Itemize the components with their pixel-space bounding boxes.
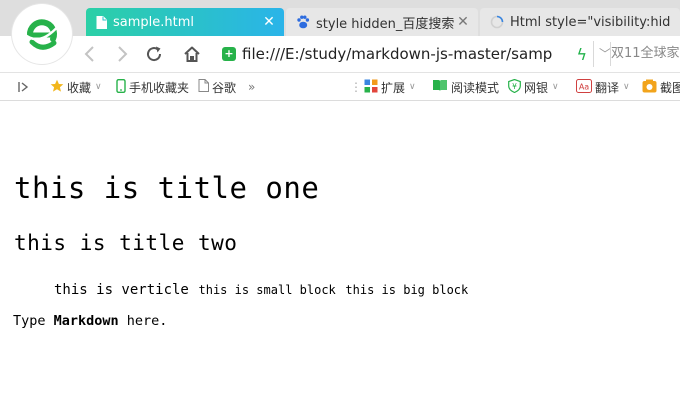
- bookmark-label: 谷歌: [212, 80, 237, 95]
- toolbar-screenshot[interactable]: 截图: [642, 77, 680, 97]
- markdown-word: Markdown: [53, 313, 119, 329]
- tab-title: Html style="visibility:hid: [510, 14, 671, 30]
- home-icon[interactable]: [180, 42, 204, 66]
- big-block-text: this is big block: [345, 283, 469, 297]
- loading-spinner-icon: [490, 15, 504, 29]
- phone-icon: [116, 78, 126, 96]
- address-toolbar: + file:///E:/study/markdown-js-master/sa…: [0, 36, 680, 73]
- toolbar-label: 截图: [660, 80, 680, 95]
- chevron-down-icon[interactable]: ∨: [95, 82, 102, 92]
- tab-title: sample.html: [113, 14, 195, 30]
- book-icon: [432, 79, 448, 95]
- chevron-down-icon[interactable]: ∨: [623, 82, 630, 92]
- back-arrow-icon[interactable]: [78, 42, 102, 66]
- close-icon[interactable]: ✕: [260, 14, 278, 30]
- toolbar-label: 网银: [524, 80, 549, 95]
- drag-handle-icon[interactable]: ⋮: [350, 77, 362, 97]
- bookmark-favorites[interactable]: 收藏 ∨: [50, 77, 102, 97]
- reload-icon[interactable]: [142, 42, 166, 66]
- sidebar-toggle-icon[interactable]: [18, 77, 30, 97]
- close-icon[interactable]: ✕: [454, 14, 472, 30]
- tab-html-visibility[interactable]: Html style="visibility:hid: [480, 8, 680, 36]
- lightning-icon[interactable]: ϟ: [576, 45, 587, 64]
- bookmark-mobile[interactable]: 手机收藏夹: [116, 77, 189, 97]
- chevron-down-icon[interactable]: ∨: [409, 82, 416, 92]
- tab-sample-html[interactable]: sample.html ✕: [86, 8, 284, 36]
- chevron-down-icon[interactable]: ∨: [552, 82, 559, 92]
- search-hint[interactable]: 双11全球家: [610, 42, 680, 66]
- verticle-text: this is verticle: [54, 282, 189, 298]
- baidu-paw-icon: [296, 15, 310, 29]
- toolbar-label: 阅读模式: [451, 80, 500, 95]
- toolbar-label: 扩展: [381, 80, 406, 95]
- small-block-text: this is small block: [198, 283, 336, 297]
- security-shield-icon[interactable]: +: [222, 47, 236, 61]
- prompt-suffix: here.: [118, 313, 168, 329]
- bookmark-google[interactable]: 谷歌: [198, 77, 236, 97]
- toolbar-extensions[interactable]: 扩展 ∨: [364, 77, 416, 97]
- screenshot-icon: [642, 79, 657, 96]
- url-text[interactable]: file:///E:/study/markdown-js-master/samp: [242, 45, 572, 63]
- svg-text:Aa: Aa: [579, 82, 589, 91]
- forward-arrow-icon[interactable]: [110, 42, 134, 66]
- browser-logo-icon[interactable]: [12, 4, 72, 64]
- page-icon: [198, 79, 209, 95]
- toolbar-online-banking[interactable]: ¥ 网银 ∨: [508, 77, 559, 97]
- bookmarks-bar: 收藏 ∨ 手机收藏夹 谷歌 » ⋮ 扩展 ∨ 阅读模式 ¥ 网银 ∨ Aa 翻译…: [0, 73, 680, 101]
- inline-blocks-line: this is verticle this is small block thi…: [54, 279, 468, 298]
- translate-icon: Aa: [576, 78, 592, 96]
- toolbar-translate[interactable]: Aa 翻译 ∨: [576, 77, 630, 97]
- svg-text:¥: ¥: [512, 82, 517, 91]
- toolbar-reader-mode[interactable]: 阅读模式: [432, 77, 499, 97]
- more-bookmarks-button[interactable]: »: [248, 77, 255, 97]
- heading-title-one: this is title one: [14, 171, 320, 205]
- bank-shield-icon: ¥: [508, 78, 521, 96]
- markdown-prompt: Type Markdown here.: [13, 313, 167, 329]
- toolbar-label: 翻译: [595, 80, 620, 95]
- extensions-icon: [364, 79, 378, 96]
- tab-baidu-search[interactable]: style hidden_百度搜索 ✕: [286, 8, 478, 36]
- document-icon: [96, 15, 107, 29]
- page-content: this is title one this is title two this…: [0, 101, 680, 418]
- tab-title: style hidden_百度搜索: [316, 16, 454, 32]
- heading-title-two: this is title two: [14, 231, 238, 255]
- star-icon: [50, 79, 64, 96]
- prompt-prefix: Type: [13, 313, 54, 329]
- address-bar[interactable]: + file:///E:/study/markdown-js-master/sa…: [222, 41, 594, 67]
- bookmark-label: 手机收藏夹: [129, 80, 190, 95]
- bookmark-label: 收藏: [67, 80, 92, 95]
